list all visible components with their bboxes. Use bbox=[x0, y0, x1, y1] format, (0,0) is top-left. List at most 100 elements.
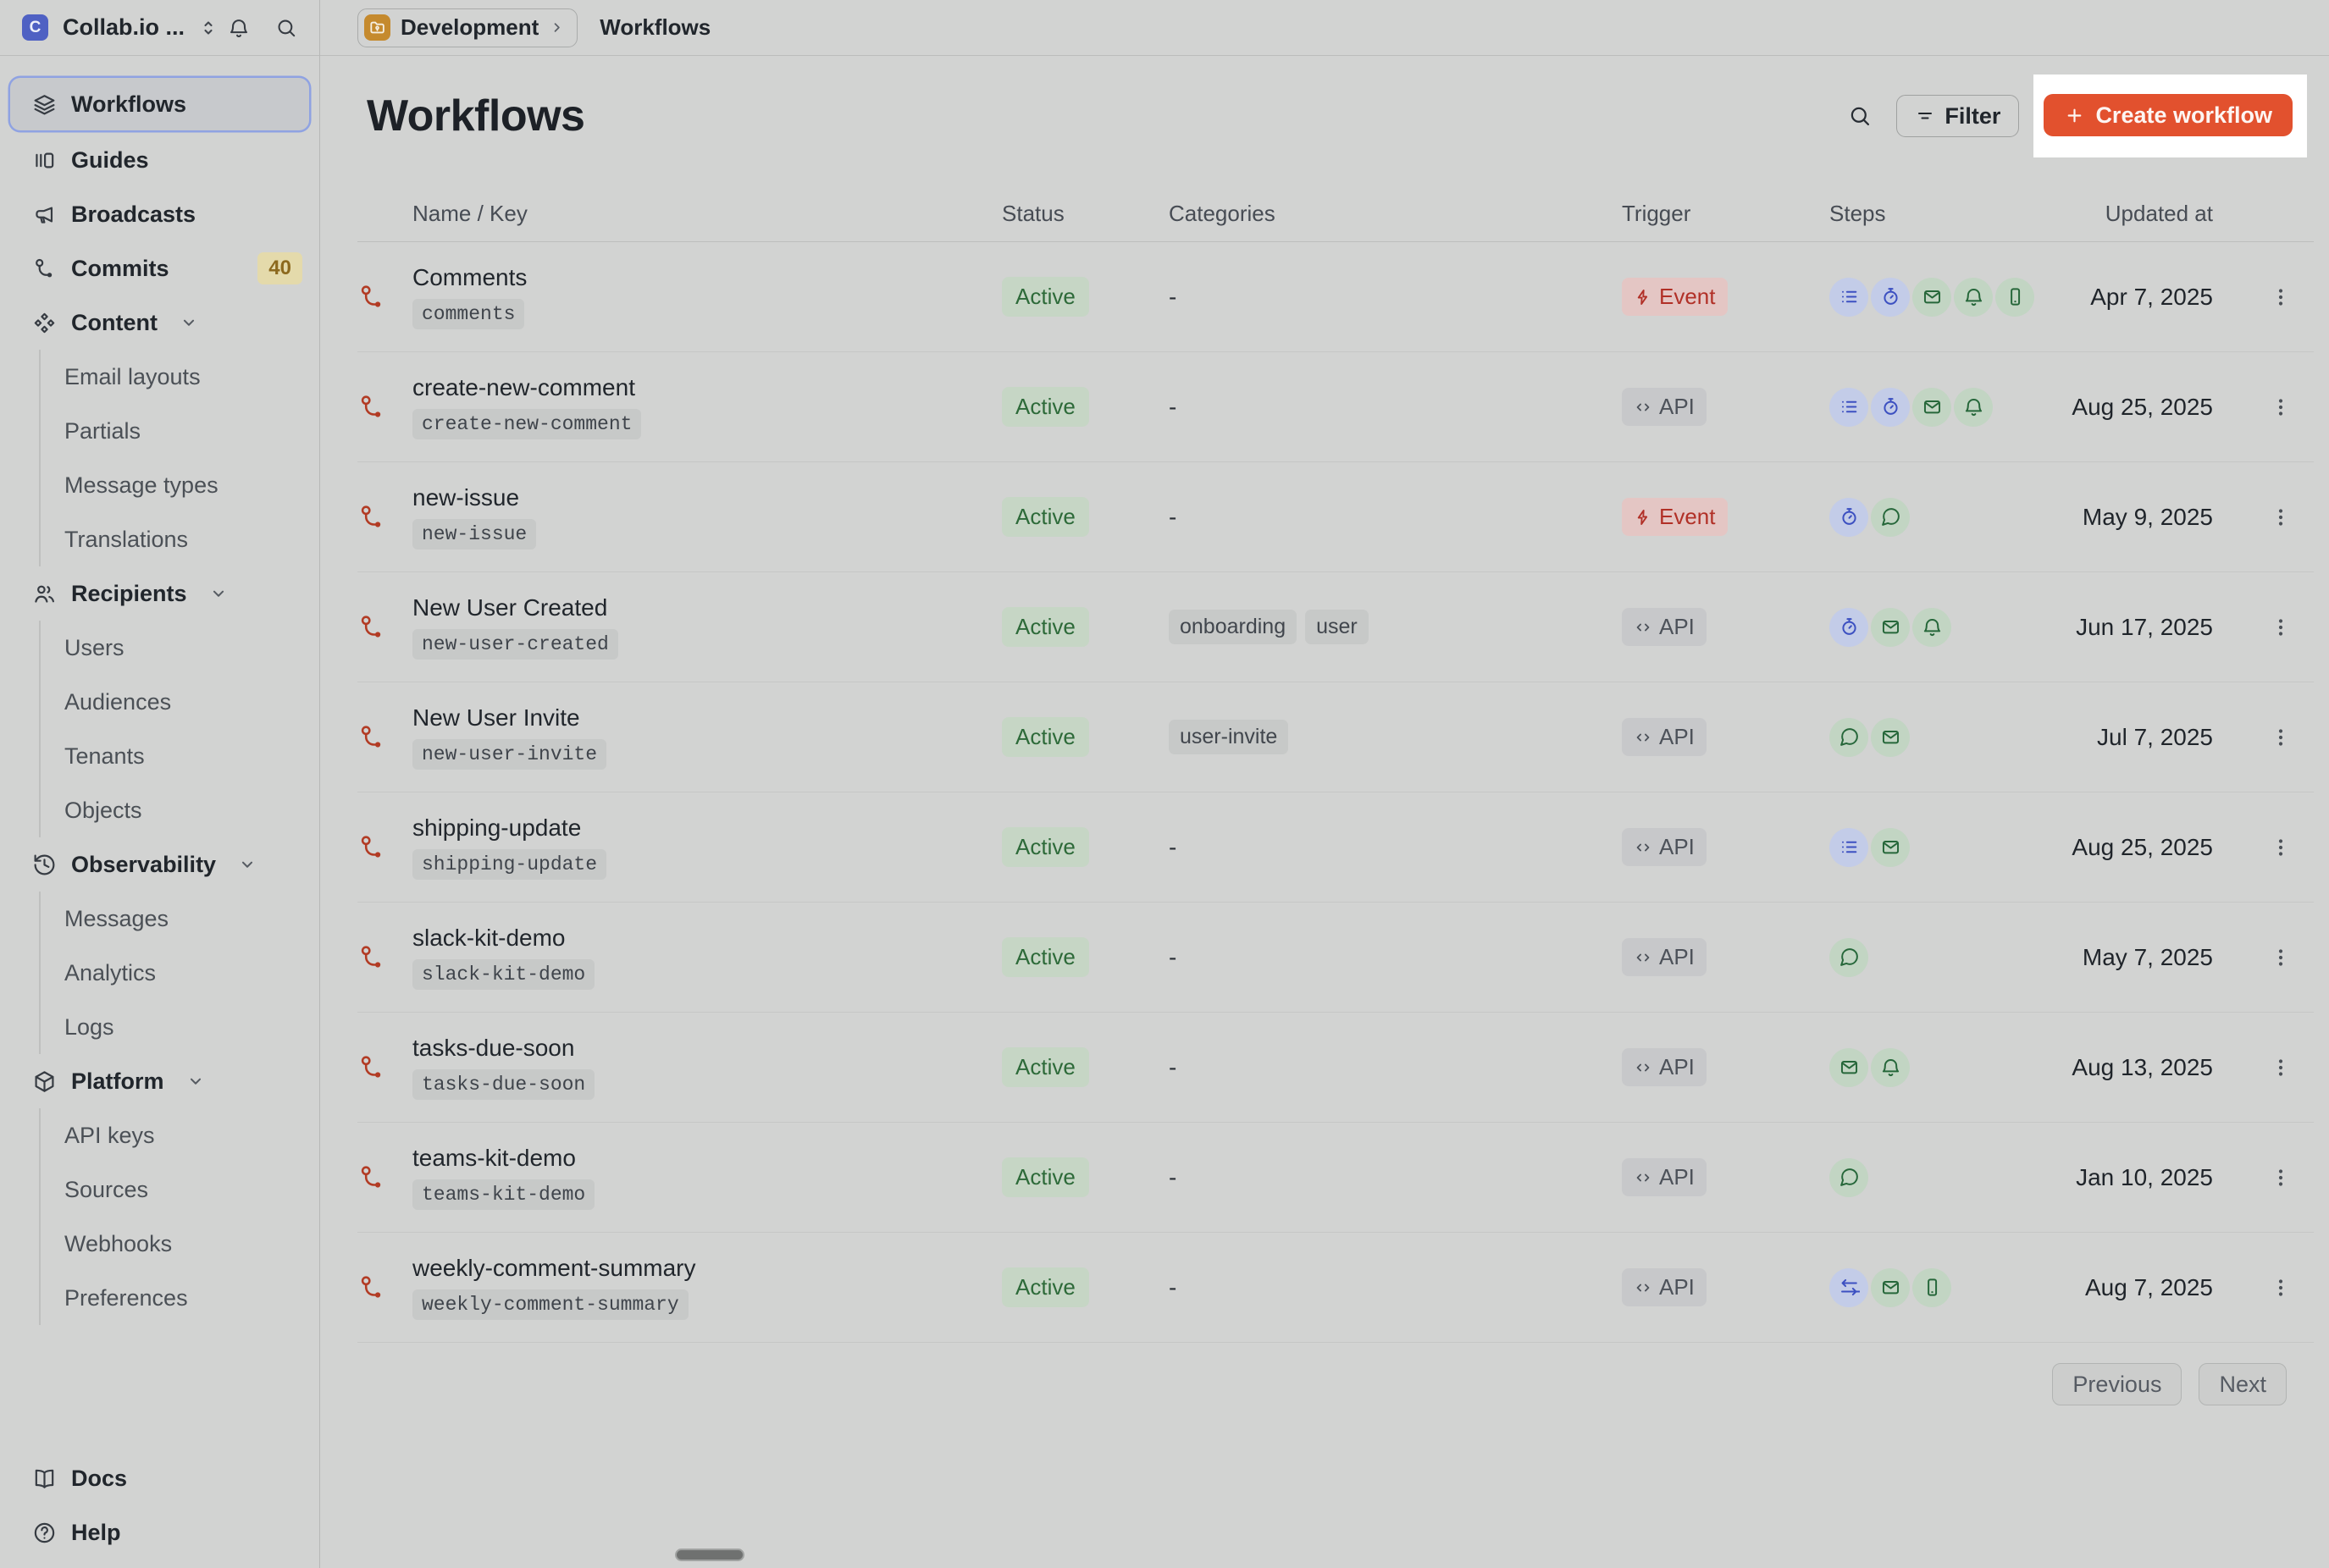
code-icon bbox=[1634, 618, 1652, 637]
workflow-row-new-user-created[interactable]: New User Creatednew-user-createdActiveon… bbox=[357, 572, 2314, 682]
sidebar-item-guides[interactable]: Guides bbox=[0, 133, 319, 187]
workflow-row-tasks-due-soon[interactable]: tasks-due-soontasks-due-soonActive-APIAu… bbox=[357, 1013, 2314, 1123]
notifications-bell-icon[interactable] bbox=[228, 17, 250, 39]
row-menu-button[interactable] bbox=[2266, 389, 2295, 426]
workflow-row-new-user-invite[interactable]: New User Invitenew-user-inviteActiveuser… bbox=[357, 682, 2314, 792]
step-chip-chat bbox=[1829, 1158, 1868, 1197]
row-menu-button[interactable] bbox=[2266, 609, 2295, 646]
sidebar-item-audiences[interactable]: Audiences bbox=[41, 675, 319, 729]
sidebar-item-docs[interactable]: Docs bbox=[0, 1451, 319, 1505]
sidebar-item-sources[interactable]: Sources bbox=[41, 1162, 319, 1217]
step-chip-phone bbox=[1995, 278, 2034, 317]
commit-icon bbox=[357, 1273, 386, 1302]
filter-button[interactable]: Filter bbox=[1896, 95, 2019, 137]
commit-icon bbox=[357, 503, 386, 532]
workflow-row-teams-kit-demo[interactable]: teams-kit-demoteams-kit-demoActive-APIJa… bbox=[357, 1123, 2314, 1233]
sidebar-item-webhooks[interactable]: Webhooks bbox=[41, 1217, 319, 1271]
org-switcher[interactable]: C Collab.io ... bbox=[0, 0, 319, 56]
org-switcher-chevrons-icon[interactable] bbox=[198, 18, 219, 38]
sidebar-item-label: Commits bbox=[71, 256, 169, 282]
row-menu-button[interactable] bbox=[2266, 279, 2295, 316]
create-workflow-button[interactable]: Create workflow bbox=[2044, 94, 2293, 136]
step-chip-list bbox=[1829, 828, 1868, 867]
sidebar-item-logs[interactable]: Logs bbox=[41, 1000, 319, 1054]
row-menu-button[interactable] bbox=[2266, 1269, 2295, 1306]
step-chip-email bbox=[1912, 278, 1951, 317]
sidebar-item-observability[interactable]: Observability bbox=[0, 837, 319, 892]
row-menu-button[interactable] bbox=[2266, 1049, 2295, 1086]
sidebar-item-email-layouts[interactable]: Email layouts bbox=[41, 350, 319, 404]
categories-empty: - bbox=[1169, 834, 1176, 861]
sidebar-item-users[interactable]: Users bbox=[41, 621, 319, 675]
sidebar-item-objects[interactable]: Objects bbox=[41, 783, 319, 837]
row-menu-button[interactable] bbox=[2266, 719, 2295, 756]
sidebar-item-workflows[interactable]: Workflows bbox=[10, 78, 309, 130]
sidebar-item-platform[interactable]: Platform bbox=[0, 1054, 319, 1108]
workflow-key: new-user-created bbox=[412, 629, 618, 660]
status-badge: Active bbox=[1002, 937, 1089, 977]
workflow-row-comments[interactable]: CommentscommentsActive-EventApr 7, 2025 bbox=[357, 242, 2314, 352]
chevron-right-icon bbox=[549, 19, 565, 36]
chat-icon bbox=[1839, 726, 1860, 748]
sidebar-item-message-types[interactable]: Message types bbox=[41, 458, 319, 512]
email-icon bbox=[1880, 616, 1901, 638]
sidebar-item-api-keys[interactable]: API keys bbox=[41, 1108, 319, 1162]
row-menu-button[interactable] bbox=[2266, 499, 2295, 536]
workflow-row-weekly-comment-summary[interactable]: weekly-comment-summaryweekly-comment-sum… bbox=[357, 1233, 2314, 1343]
status-badge: Active bbox=[1002, 387, 1089, 427]
filter-button-label: Filter bbox=[1945, 103, 2000, 130]
main-area: Development Workflows Workflows Filter C… bbox=[320, 0, 2329, 1568]
sidebar-item-content[interactable]: Content bbox=[0, 295, 319, 350]
sidebar-item-broadcasts[interactable]: Broadcasts bbox=[0, 187, 319, 241]
chat-icon bbox=[1880, 506, 1901, 527]
workflow-row-slack-kit-demo[interactable]: slack-kit-demoslack-kit-demoActive-APIMa… bbox=[357, 903, 2314, 1013]
search-button[interactable] bbox=[1840, 97, 1879, 135]
list-icon bbox=[1839, 396, 1860, 417]
sidebar-search-icon[interactable] bbox=[275, 17, 297, 39]
sidebar-item-recipients[interactable]: Recipients bbox=[0, 566, 319, 621]
environment-switcher[interactable]: Development bbox=[357, 8, 578, 47]
sidebar-group-platform: API keysSourcesWebhooksPreferences bbox=[39, 1108, 319, 1325]
trigger-badge-api: API bbox=[1622, 608, 1707, 646]
sidebar-item-tenants[interactable]: Tenants bbox=[41, 729, 319, 783]
code-icon bbox=[1634, 1058, 1652, 1077]
code-icon bbox=[1634, 728, 1652, 747]
chevron-down-icon bbox=[180, 313, 198, 332]
timer-icon bbox=[1880, 286, 1901, 307]
sidebar-item-messages[interactable]: Messages bbox=[41, 892, 319, 946]
phone-icon bbox=[2005, 286, 2026, 307]
previous-page-button[interactable]: Previous bbox=[2052, 1363, 2182, 1405]
sidebar-item-help[interactable]: Help bbox=[0, 1505, 319, 1560]
timer-icon bbox=[1839, 616, 1860, 638]
step-chip-timer bbox=[1829, 608, 1868, 647]
categories-empty: - bbox=[1169, 284, 1176, 311]
workflow-name: create-new-comment bbox=[412, 374, 635, 401]
sidebar-item-analytics[interactable]: Analytics bbox=[41, 946, 319, 1000]
sidebar-item-partials[interactable]: Partials bbox=[41, 404, 319, 458]
sidebar-group-content: Email layoutsPartialsMessage typesTransl… bbox=[39, 350, 319, 566]
workflow-row-new-issue[interactable]: new-issuenew-issueActive-EventMay 9, 202… bbox=[357, 462, 2314, 572]
megaphone-icon bbox=[32, 202, 57, 227]
next-page-button[interactable]: Next bbox=[2199, 1363, 2287, 1405]
sidebar-group-observability: MessagesAnalyticsLogs bbox=[39, 892, 319, 1054]
commit-icon bbox=[357, 393, 386, 422]
horizontal-scrollbar-thumb[interactable] bbox=[675, 1549, 744, 1561]
sidebar-group-recipients: UsersAudiencesTenantsObjects bbox=[39, 621, 319, 837]
step-chip-chat bbox=[1829, 938, 1868, 977]
workflow-row-create-new-comment[interactable]: create-new-commentcreate-new-commentActi… bbox=[357, 352, 2314, 462]
guides-icon bbox=[32, 148, 57, 173]
commit-icon bbox=[32, 257, 57, 281]
workflow-row-shipping-update[interactable]: shipping-updateshipping-updateActive-API… bbox=[357, 792, 2314, 903]
step-chip-email bbox=[1829, 1048, 1868, 1087]
step-chip-bell bbox=[1871, 1048, 1910, 1087]
commit-icon bbox=[357, 833, 386, 862]
row-menu-button[interactable] bbox=[2266, 829, 2295, 866]
row-menu-button[interactable] bbox=[2266, 939, 2295, 976]
row-menu-button[interactable] bbox=[2266, 1159, 2295, 1196]
chevron-down-icon bbox=[209, 584, 228, 603]
sidebar-item-commits[interactable]: Commits40 bbox=[0, 241, 319, 295]
sidebar-item-translations[interactable]: Translations bbox=[41, 512, 319, 566]
kebab-icon bbox=[2271, 1053, 2291, 1082]
sidebar-item-preferences[interactable]: Preferences bbox=[41, 1271, 319, 1325]
workflow-name: New User Created bbox=[412, 594, 607, 621]
